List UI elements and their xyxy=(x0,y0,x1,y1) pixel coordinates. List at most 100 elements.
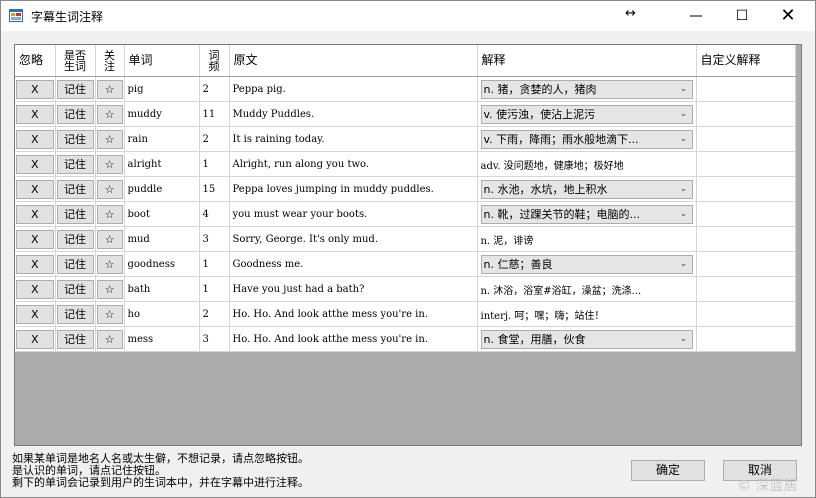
maximize-button[interactable]: ☐ xyxy=(719,1,765,31)
remember-button[interactable]: 记住 xyxy=(56,329,94,349)
definition-dropdown[interactable]: n. 仁慈；善良 ⌄ xyxy=(480,254,693,274)
custom-definition-cell[interactable] xyxy=(696,101,796,127)
star-icon[interactable]: ☆ xyxy=(96,204,123,224)
star-icon[interactable]: ☆ xyxy=(96,304,123,324)
ignore-button[interactable]: X xyxy=(16,179,54,199)
chevron-down-icon[interactable]: ⌄ xyxy=(675,130,692,148)
col-header-custom-definition[interactable]: 自定义解释 xyxy=(696,45,796,77)
definition-dropdown[interactable]: v. 使污浊，使沾上泥污 ⌄ xyxy=(480,104,693,124)
remember-button[interactable]: 记住 xyxy=(56,279,94,299)
definition-dropdown[interactable]: n. 食堂，用膳，伙食 ⌄ xyxy=(480,329,693,349)
col-header-sentence[interactable]: 原文 xyxy=(229,45,478,77)
frequency-cell[interactable]: 3 xyxy=(199,326,230,352)
chevron-down-icon[interactable]: ⌄ xyxy=(675,205,692,223)
definition-cell[interactable]: n. 仁慈；善良 ⌄ xyxy=(477,251,697,277)
frequency-cell[interactable]: 1 xyxy=(199,251,230,277)
ignore-button[interactable]: X xyxy=(16,204,54,224)
chevron-down-icon[interactable]: ⌄ xyxy=(675,255,692,273)
definition-cell[interactable]: v. 下雨，降雨；雨水般地滴下... ⌄ xyxy=(477,126,697,152)
sentence-cell[interactable]: Have you just had a bath? xyxy=(229,276,478,302)
col-header-definition[interactable]: 解释 xyxy=(477,45,697,77)
definition-cell[interactable]: n. 靴，过踝关节的鞋；电脑的... ⌄ xyxy=(477,201,697,227)
word-cell[interactable]: rain xyxy=(124,126,200,152)
frequency-cell[interactable]: 15 xyxy=(199,176,230,202)
definition-cell[interactable]: n. 沐浴，浴室#浴缸，澡盆；洗涤... xyxy=(477,276,697,302)
definition-dropdown[interactable]: n. 水池，水坑，地上积水 ⌄ xyxy=(480,179,693,199)
definition-cell[interactable]: v. 使污浊，使沾上泥污 ⌄ xyxy=(477,101,697,127)
word-cell[interactable]: pig xyxy=(124,76,200,102)
remember-button[interactable]: 记住 xyxy=(56,154,94,174)
remember-button[interactable]: 记住 xyxy=(56,229,94,249)
remember-button[interactable]: 记住 xyxy=(56,79,94,99)
sentence-cell[interactable]: Peppa loves jumping in muddy puddles. xyxy=(229,176,478,202)
remember-button[interactable]: 记住 xyxy=(56,304,94,324)
ignore-button[interactable]: X xyxy=(16,329,54,349)
chevron-down-icon[interactable]: ⌄ xyxy=(675,80,692,98)
custom-definition-cell[interactable] xyxy=(696,276,796,302)
custom-definition-cell[interactable] xyxy=(696,251,796,277)
word-cell[interactable]: bath xyxy=(124,276,200,302)
definition-cell[interactable]: n. 猪，贪婪的人，猪肉 ⌄ xyxy=(477,76,697,102)
frequency-cell[interactable]: 4 xyxy=(199,201,230,227)
definition-dropdown[interactable]: n. 猪，贪婪的人，猪肉 ⌄ xyxy=(480,79,693,99)
star-icon[interactable]: ☆ xyxy=(96,329,123,349)
frequency-cell[interactable]: 2 xyxy=(199,126,230,152)
ignore-button[interactable]: X xyxy=(16,79,54,99)
custom-definition-cell[interactable] xyxy=(696,301,796,327)
word-cell[interactable]: puddle xyxy=(124,176,200,202)
word-cell[interactable]: alright xyxy=(124,151,200,177)
ignore-button[interactable]: X xyxy=(16,279,54,299)
sentence-cell[interactable]: Peppa pig. xyxy=(229,76,478,102)
col-header-ignore[interactable]: 忽略 xyxy=(15,45,56,77)
word-cell[interactable]: mess xyxy=(124,326,200,352)
sentence-cell[interactable]: Goodness me. xyxy=(229,251,478,277)
star-icon[interactable]: ☆ xyxy=(96,79,123,99)
custom-definition-cell[interactable] xyxy=(696,151,796,177)
col-header-follow[interactable]: 关注 xyxy=(95,45,125,77)
remember-button[interactable]: 记住 xyxy=(56,104,94,124)
ok-button[interactable]: 确定 xyxy=(631,460,705,481)
frequency-cell[interactable]: 11 xyxy=(199,101,230,127)
col-header-frequency[interactable]: 词频 xyxy=(199,45,230,77)
sentence-cell[interactable]: Muddy Puddles. xyxy=(229,101,478,127)
table-row[interactable]: X 记住 ☆ rain 2 It is raining today. v. 下雨，降雨；雨水… xyxy=(15,126,796,152)
table-row[interactable]: X 记住 ☆ ho 2 Ho. Ho. And look atthe mess you'r… xyxy=(15,301,796,327)
remember-button[interactable]: 记住 xyxy=(56,204,94,224)
star-icon[interactable]: ☆ xyxy=(96,154,123,174)
definition-dropdown[interactable]: n. 靴，过踝关节的鞋；电脑的... ⌄ xyxy=(480,204,693,224)
word-cell[interactable]: mud xyxy=(124,226,200,252)
frequency-cell[interactable]: 3 xyxy=(199,226,230,252)
title-bar[interactable]: 字幕生词注释 ↔ — ☐ ✕ xyxy=(1,1,815,31)
sentence-cell[interactable]: Sorry, George. It's only mud. xyxy=(229,226,478,252)
chevron-down-icon[interactable]: ⌄ xyxy=(675,105,692,123)
custom-definition-cell[interactable] xyxy=(696,326,796,352)
ignore-button[interactable]: X xyxy=(16,104,54,124)
chevron-down-icon[interactable]: ⌄ xyxy=(675,180,692,198)
custom-definition-cell[interactable] xyxy=(696,201,796,227)
remember-button[interactable]: 记住 xyxy=(56,129,94,149)
minimize-button[interactable]: — xyxy=(673,1,719,31)
close-button[interactable]: ✕ xyxy=(765,1,811,31)
sentence-cell[interactable]: It is raining today. xyxy=(229,126,478,152)
table-row[interactable]: X 记住 ☆ bath 1 Have you just had a bath? n. 沐浴，… xyxy=(15,276,796,302)
table-row[interactable]: X 记住 ☆ puddle 15 Peppa loves jumping in muddy… xyxy=(15,176,796,202)
sentence-cell[interactable]: Alright, run along you two. xyxy=(229,151,478,177)
table-row[interactable]: X 记住 ☆ mess 3 Ho. Ho. And look atthe mess you… xyxy=(15,326,796,352)
star-icon[interactable]: ☆ xyxy=(96,254,123,274)
ignore-button[interactable]: X xyxy=(16,154,54,174)
custom-definition-cell[interactable] xyxy=(696,76,796,102)
table-row[interactable]: X 记住 ☆ boot 4 you must wear your boots. n. 靴，过… xyxy=(15,201,796,227)
custom-definition-cell[interactable] xyxy=(696,226,796,252)
star-icon[interactable]: ☆ xyxy=(96,179,123,199)
star-icon[interactable]: ☆ xyxy=(96,279,123,299)
ignore-button[interactable]: X xyxy=(16,129,54,149)
definition-cell[interactable]: adv. 没问题地，健康地；极好地 xyxy=(477,151,697,177)
ignore-button[interactable]: X xyxy=(16,254,54,274)
word-cell[interactable]: boot xyxy=(124,201,200,227)
star-icon[interactable]: ☆ xyxy=(96,229,123,249)
word-cell[interactable]: goodness xyxy=(124,251,200,277)
frequency-cell[interactable]: 2 xyxy=(199,301,230,327)
definition-cell[interactable]: n. 水池，水坑，地上积水 ⌄ xyxy=(477,176,697,202)
frequency-cell[interactable]: 2 xyxy=(199,76,230,102)
word-grid[interactable]: 忽略 是否生词 关注 单词 词频 原文 解释 自定义解释 X 记住 ☆ pig 2 Pep… xyxy=(14,44,802,446)
